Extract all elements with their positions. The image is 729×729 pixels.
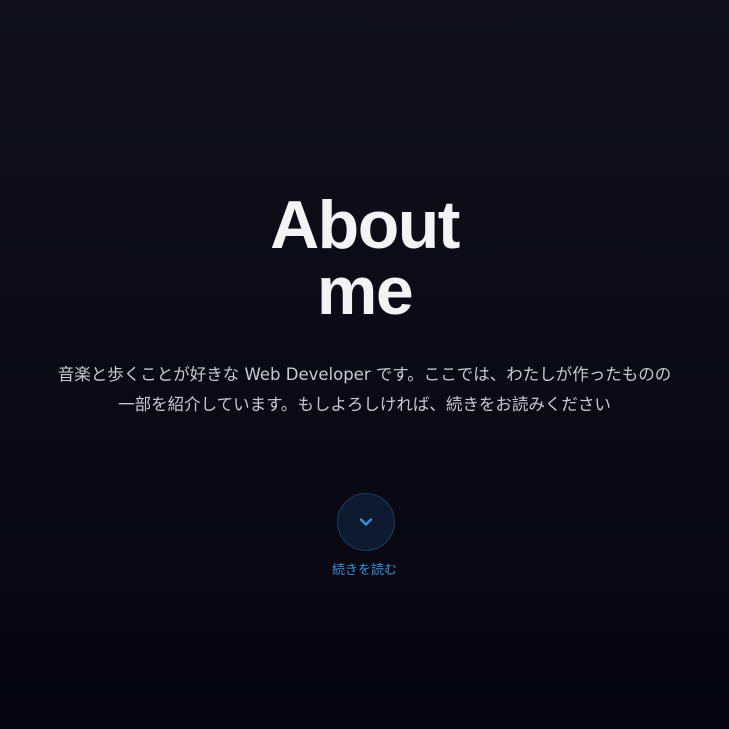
intro-line-2: 一部を紹介しています。もしよろしければ、続きをお読みください bbox=[118, 395, 611, 414]
about-hero-section: About me 音楽と歩くことが好きな Web Developer です。ここ… bbox=[0, 0, 729, 729]
read-more-button[interactable] bbox=[337, 493, 395, 551]
page-title: About me bbox=[0, 187, 729, 329]
title-line-about: About bbox=[270, 187, 460, 263]
chevron-down-icon bbox=[359, 518, 373, 526]
read-more-label[interactable]: 続きを読む bbox=[0, 561, 729, 581]
intro-text: 音楽と歩くことが好きな Web Developer です。ここでは、わたしが作っ… bbox=[30, 360, 699, 420]
intro-line-1: 音楽と歩くことが好きな Web Developer です。ここでは、わたしが作っ… bbox=[57, 365, 672, 384]
title-line-me: me bbox=[316, 253, 414, 329]
